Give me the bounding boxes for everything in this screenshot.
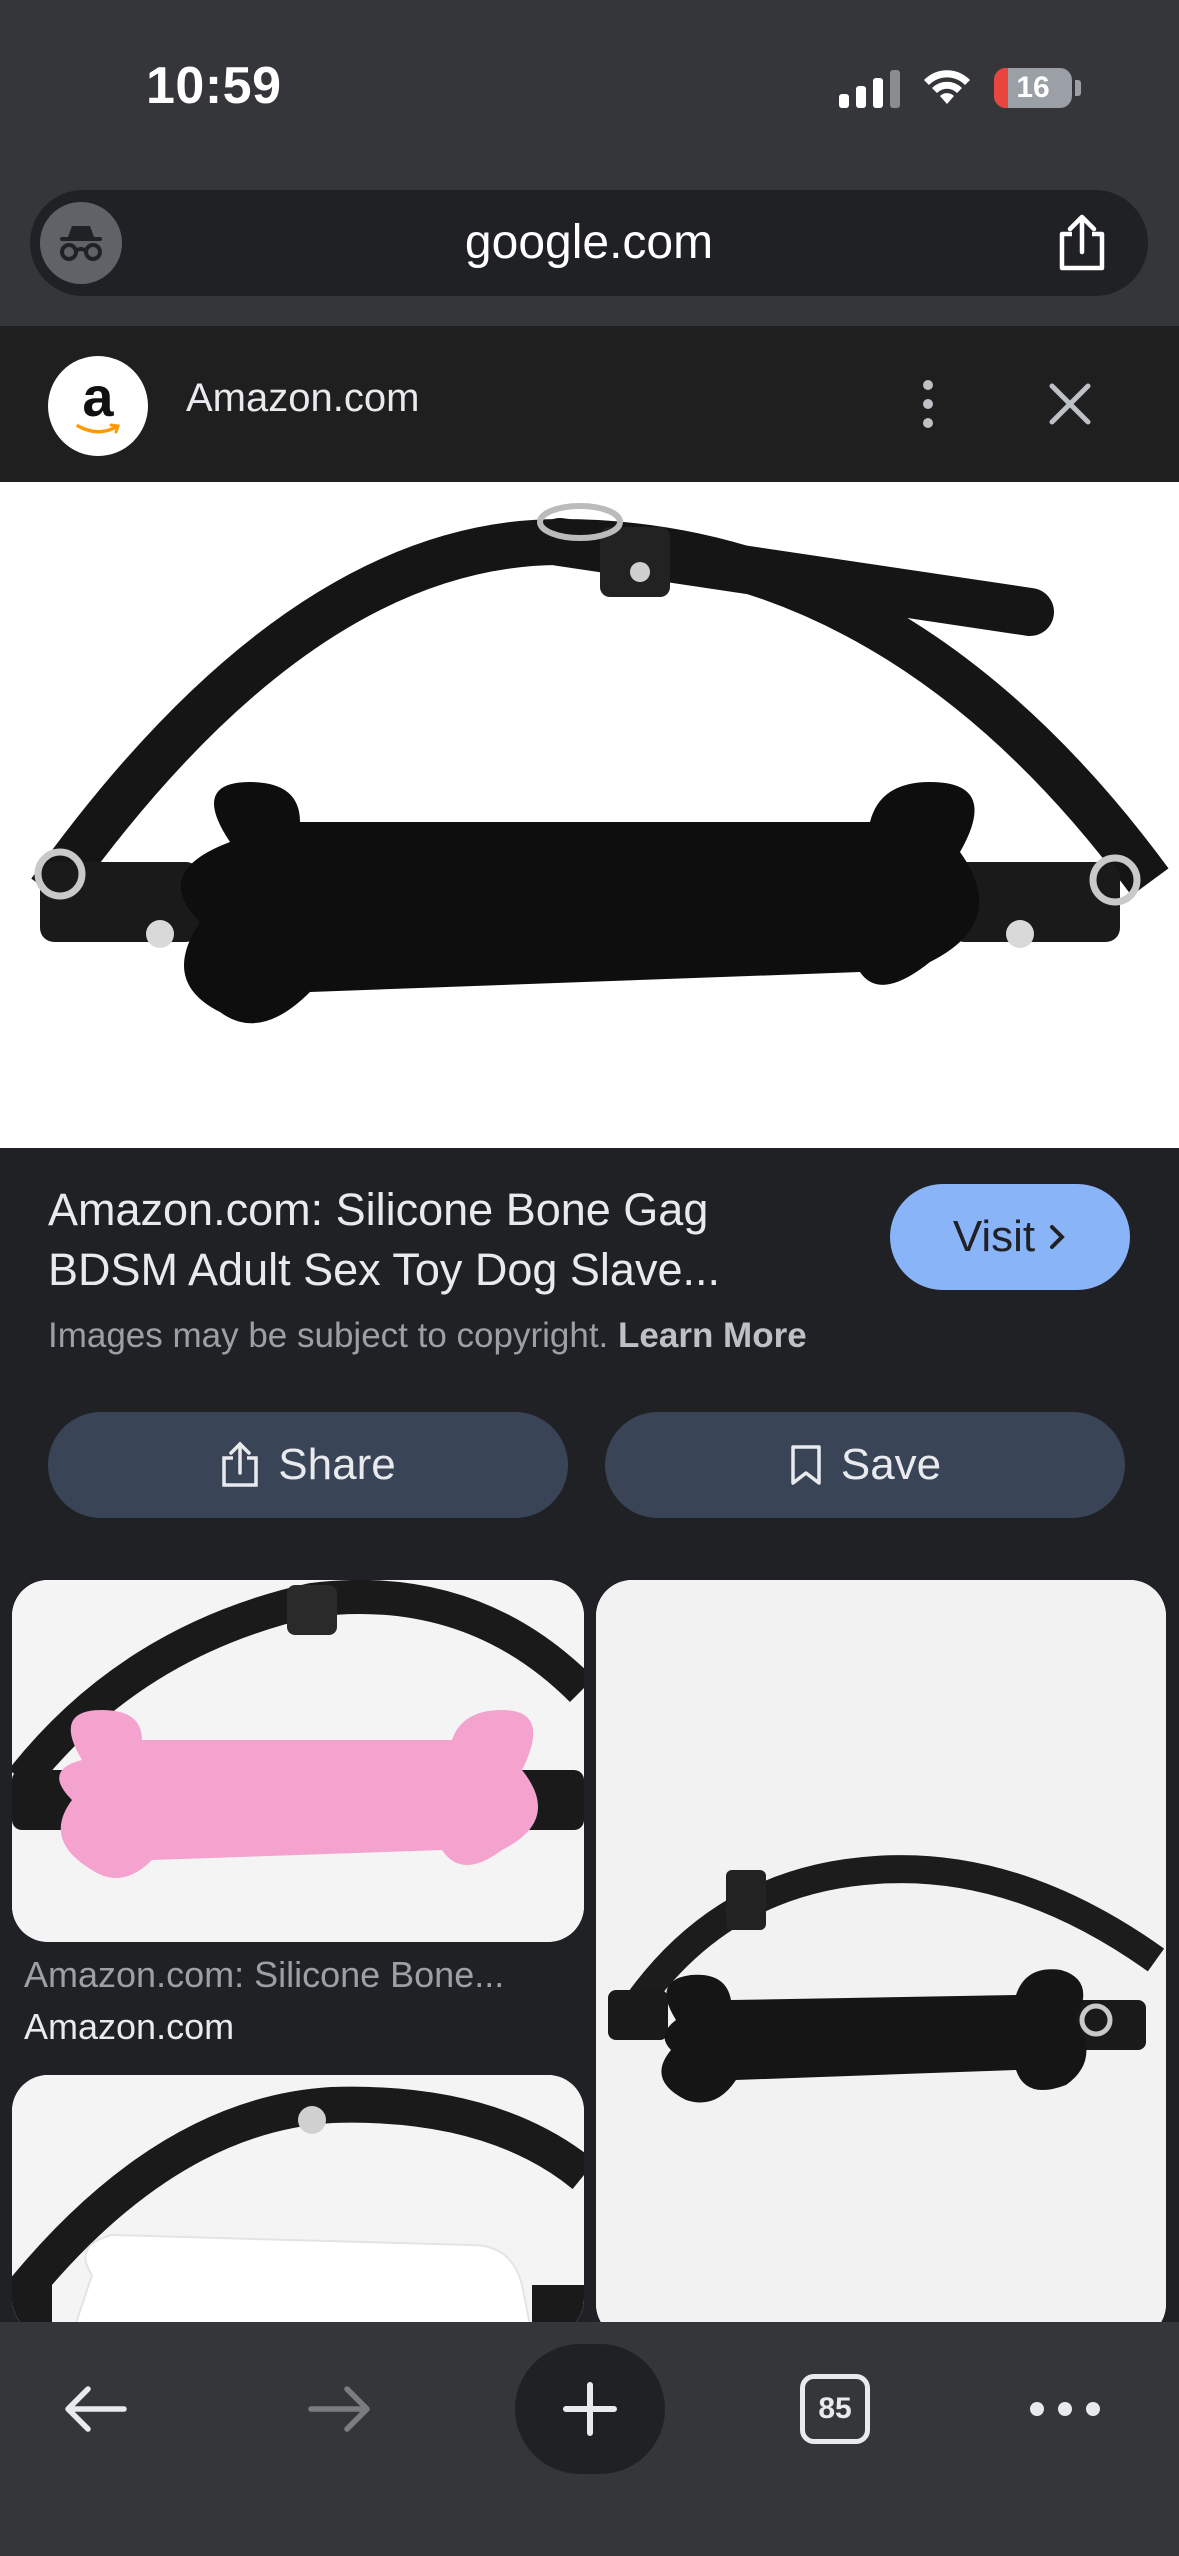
more-menu-button[interactable]	[1010, 2344, 1120, 2474]
related-image-black-bone[interactable]	[596, 1580, 1166, 2340]
close-icon[interactable]	[1044, 378, 1096, 430]
amazon-logo: a	[48, 356, 148, 456]
status-icons: 16	[839, 64, 1081, 112]
source-header: a Amazon.com	[0, 326, 1179, 482]
save-button[interactable]: Save	[605, 1412, 1125, 1518]
browser-screen: 10:59 16 google.com a Amazon.com Amazon.…	[0, 0, 1179, 2556]
hero-image[interactable]	[0, 482, 1179, 1148]
bottom-toolbar: 85	[0, 2322, 1179, 2556]
share-icon	[222, 1441, 259, 1487]
related-source[interactable]: Amazon.com	[24, 2006, 234, 2048]
share-icon[interactable]	[1054, 214, 1110, 272]
new-tab-button[interactable]	[515, 2344, 665, 2474]
url-text[interactable]: google.com	[30, 190, 1148, 296]
tab-count: 85	[800, 2374, 870, 2444]
source-name[interactable]: Amazon.com	[186, 376, 419, 421]
related-image-white-bone[interactable]	[12, 2075, 584, 2335]
incognito-icon[interactable]	[40, 202, 122, 284]
plus-icon	[563, 2382, 617, 2436]
address-bar[interactable]: google.com	[30, 190, 1148, 296]
more-horiz-icon	[1030, 2402, 1100, 2416]
battery-percent: 16	[1016, 71, 1050, 104]
visit-button[interactable]: Visit	[890, 1184, 1130, 1290]
more-options-icon[interactable]	[908, 366, 948, 442]
wifi-icon	[924, 70, 970, 104]
back-button[interactable]	[40, 2344, 150, 2474]
result-title[interactable]: Amazon.com: Silicone Bone Gag BDSM Adult…	[48, 1180, 828, 1300]
learn-more-link[interactable]: Learn More	[618, 1316, 807, 1355]
cellular-signal-icon	[839, 68, 900, 108]
status-time: 10:59	[146, 57, 282, 115]
forward-button[interactable]	[285, 2344, 395, 2474]
chevron-right-icon	[1050, 1225, 1065, 1249]
amazon-smile-icon	[76, 423, 120, 434]
related-title[interactable]: Amazon.com: Silicone Bone...	[24, 1954, 504, 1996]
bookmark-icon	[791, 1445, 821, 1485]
share-button[interactable]: Share	[48, 1412, 568, 1518]
visit-label: Visit	[952, 1212, 1036, 1261]
battery-icon: 16	[994, 68, 1081, 108]
save-label: Save	[840, 1440, 942, 1489]
browser-top-chrome: 10:59 16 google.com	[0, 0, 1179, 326]
copyright-notice: Images may be subject to copyright. Lear…	[48, 1316, 807, 1355]
hero-product-illustration	[0, 482, 1179, 1148]
arrow-right-icon	[308, 2386, 370, 2432]
white-bone-illustration	[12, 2075, 584, 2335]
pink-bone-illustration	[12, 1580, 584, 1942]
related-image-pink-bone[interactable]	[12, 1580, 584, 1942]
arrow-left-icon	[65, 2386, 127, 2432]
black-bone-illustration	[596, 1580, 1166, 2340]
tab-switcher-button[interactable]: 85	[785, 2344, 885, 2474]
share-label: Share	[278, 1440, 396, 1489]
